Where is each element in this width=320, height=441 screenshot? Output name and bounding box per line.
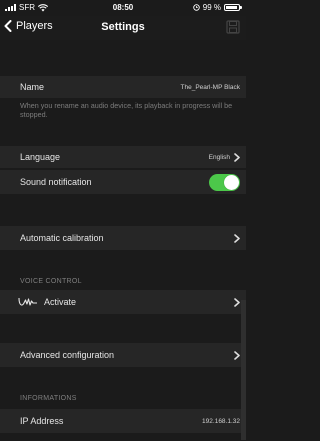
rename-helper-text: When you rename an audio device, its pla… [20,101,233,119]
name-row[interactable]: Name The_Pearl-MP Black [0,76,246,98]
name-label: Name [20,82,45,92]
sound-notification-label: Sound notification [20,177,92,187]
voice-activate-row[interactable]: Activate [0,290,246,314]
chevron-right-icon [234,233,240,243]
automatic-calibration-label: Automatic calibration [20,233,104,243]
sound-notification-row: Sound notification [0,170,246,194]
ip-address-value: 192.168.1.32 [202,417,240,425]
language-value: English [208,152,240,162]
alarm-icon [193,4,200,11]
advanced-configuration-label: Advanced configuration [20,350,115,360]
chevron-right-icon [234,297,240,307]
voice-control-section-title: VOICE CONTROL [20,278,82,285]
ip-address-row: IP Address 192.168.1.32 [0,409,246,433]
scrollbar[interactable] [241,300,246,440]
activate-label: Activate [44,297,77,307]
battery-icon [224,4,242,11]
ip-address-label: IP Address [20,416,64,426]
toggle-knob [224,174,239,190]
informations-section-title: INFORMATIONS [20,395,77,402]
language-row[interactable]: Language English [0,146,246,168]
chevron-right-icon [234,350,240,360]
voice-wave-icon [18,297,37,306]
status-right: 99 % [193,3,242,12]
chevron-right-icon [234,152,240,162]
status-bar: SFR 08:50 99 % [0,0,246,16]
back-label: Players [16,20,53,32]
save-icon[interactable] [226,20,240,34]
language-value-text: English [208,153,230,161]
navigation-bar: Players Settings [0,16,246,40]
sound-notification-toggle[interactable] [209,173,240,191]
advanced-configuration-row[interactable]: Advanced configuration [0,343,246,367]
automatic-calibration-row[interactable]: Automatic calibration [0,226,246,250]
language-label: Language [20,152,61,162]
battery-percent: 99 % [202,3,221,12]
chevron-left-icon [4,20,12,32]
back-button[interactable]: Players [4,20,53,32]
name-value[interactable]: The_Pearl-MP Black [181,84,241,91]
